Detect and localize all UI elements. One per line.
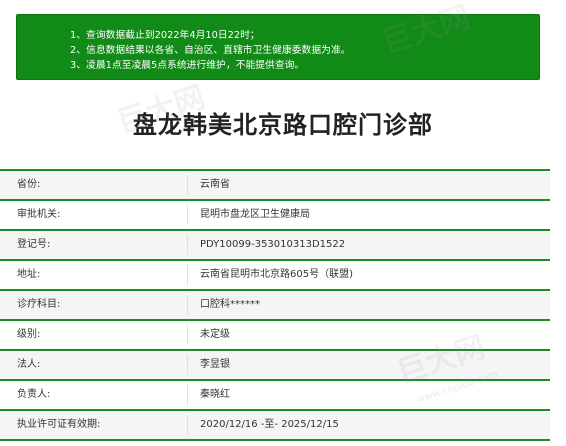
table-row-approval-authority: 审批机关: 昆明市盘龙区卫生健康局 bbox=[0, 199, 550, 229]
notice-banner: 1、查询数据截止到2022年4月10日22时； 2、信息数据结果以各省、自治区、… bbox=[16, 14, 540, 80]
table-row-departments: 诊疗科目: 口腔科****** bbox=[0, 289, 550, 319]
info-table: 省份: 云南省 审批机关: 昆明市盘龙区卫生健康局 登记号: PDY10099-… bbox=[0, 169, 550, 441]
row-divider bbox=[187, 235, 188, 255]
row-label: 诊疗科目: bbox=[17, 299, 61, 310]
table-row-level: 级别: 未定级 bbox=[0, 319, 550, 349]
notice-line-3: 3、凌晨1点至凌晨5点系统进行维护，不能提供查询。 bbox=[70, 60, 305, 71]
row-label: 审批机关: bbox=[17, 209, 61, 220]
row-label: 级别: bbox=[17, 329, 41, 340]
row-value: 2020/12/16 -至- 2025/12/15 bbox=[200, 419, 339, 430]
row-label: 登记号: bbox=[17, 239, 51, 250]
row-divider bbox=[187, 325, 188, 345]
row-divider bbox=[187, 205, 188, 225]
row-label: 法人: bbox=[17, 359, 41, 370]
row-label: 地址: bbox=[17, 269, 41, 280]
row-value: 云南省昆明市北京路605号（联盟) bbox=[200, 269, 353, 280]
table-row-person-in-charge: 负责人: 秦晓红 bbox=[0, 379, 550, 409]
page-title: 盘龙韩美北京路口腔门诊部 bbox=[133, 111, 433, 139]
row-divider bbox=[187, 295, 188, 315]
row-value: 秦晓红 bbox=[200, 389, 230, 400]
table-row-license-validity: 执业许可证有效期: 2020/12/16 -至- 2025/12/15 bbox=[0, 409, 550, 441]
row-value: 口腔科****** bbox=[200, 299, 260, 310]
row-value: 云南省 bbox=[200, 179, 230, 190]
row-value: PDY10099-353010313D1522 bbox=[200, 239, 346, 250]
row-divider bbox=[187, 265, 188, 285]
row-label: 省份: bbox=[17, 179, 41, 190]
row-label: 负责人: bbox=[17, 389, 51, 400]
table-row-registration-number: 登记号: PDY10099-353010313D1522 bbox=[0, 229, 550, 259]
row-divider bbox=[187, 175, 188, 195]
notice-line-1: 1、查询数据截止到2022年4月10日22时； bbox=[70, 30, 260, 41]
row-value: 昆明市盘龙区卫生健康局 bbox=[200, 209, 310, 220]
row-divider bbox=[187, 415, 188, 435]
row-value: 未定级 bbox=[200, 329, 230, 340]
row-divider bbox=[187, 385, 188, 405]
table-row-province: 省份: 云南省 bbox=[0, 169, 550, 199]
row-label: 执业许可证有效期: bbox=[17, 419, 101, 430]
notice-line-2: 2、信息数据结果以各省、自治区、直辖市卫生健康委数据为准。 bbox=[70, 45, 351, 56]
table-row-address: 地址: 云南省昆明市北京路605号（联盟) bbox=[0, 259, 550, 289]
row-value: 李昱银 bbox=[200, 359, 230, 370]
row-divider bbox=[187, 355, 188, 375]
table-row-legal-person: 法人: 李昱银 bbox=[0, 349, 550, 379]
